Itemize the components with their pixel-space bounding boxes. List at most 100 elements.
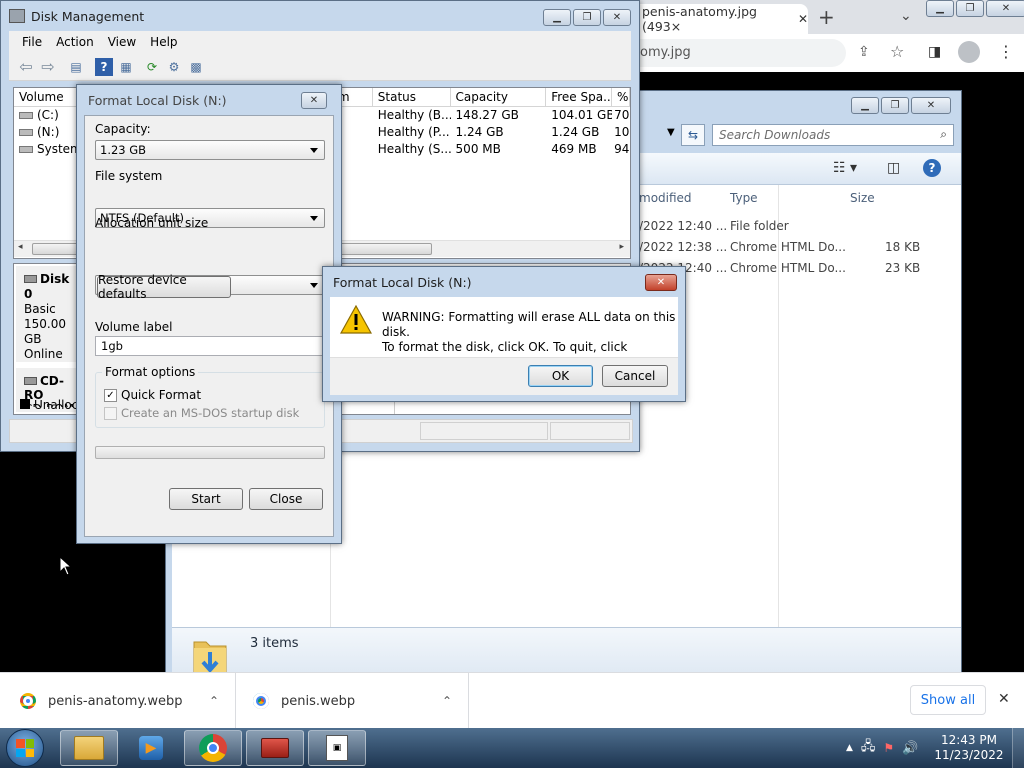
- close-icon[interactable]: ✕: [603, 9, 631, 26]
- bookmark-star-icon[interactable]: ☆: [890, 42, 904, 61]
- restore-icon[interactable]: ❐: [881, 97, 909, 114]
- col-free[interactable]: Free Spa...: [546, 88, 612, 106]
- volume-name: (N:): [37, 125, 60, 139]
- warning-line-1: WARNING: Formatting will erase ALL data …: [382, 310, 676, 339]
- ok-button[interactable]: OK: [528, 365, 593, 387]
- restore-icon[interactable]: ❐: [573, 9, 601, 26]
- minimize-icon[interactable]: ▁: [926, 0, 954, 17]
- disk0-size: 150.00 GB: [24, 317, 66, 346]
- menu-file[interactable]: File: [15, 33, 49, 51]
- cancel-button[interactable]: Cancel: [602, 365, 668, 387]
- console-tree-icon[interactable]: ▤: [67, 58, 85, 76]
- list-item[interactable]: /2022 12:40 ... File folder: [619, 217, 961, 237]
- show-all-button[interactable]: Show all: [910, 685, 986, 715]
- col-percent[interactable]: %: [612, 88, 630, 106]
- mouse-cursor: [59, 556, 73, 576]
- start-button[interactable]: [6, 729, 44, 767]
- minimize-icon[interactable]: ▁: [543, 9, 571, 26]
- clock[interactable]: 12:43 PM 11/23/2022: [934, 733, 1003, 763]
- chevron-up-icon[interactable]: ⌃: [209, 694, 219, 708]
- menu-view[interactable]: View: [101, 33, 143, 51]
- download-filename: penis-anatomy.webp: [48, 693, 183, 709]
- taskbar-chrome[interactable]: [184, 730, 242, 766]
- format-options-group: Format options ✓ Quick Format Create an …: [95, 365, 325, 428]
- disk0-type: Basic: [24, 302, 56, 316]
- checkbox-checked-icon[interactable]: ✓: [104, 388, 117, 402]
- warning-dialog: Format Local Disk (N:) ✕ WARNING: Format…: [322, 266, 686, 402]
- forward-arrow-icon[interactable]: ⇨: [39, 57, 57, 76]
- download-item[interactable]: penis.webp ⌃: [237, 673, 469, 729]
- profile-avatar[interactable]: [958, 41, 980, 63]
- item-size: 23 KB: [885, 261, 921, 275]
- chevron-up-icon[interactable]: ⌃: [442, 694, 452, 708]
- menu-action[interactable]: Action: [49, 33, 101, 51]
- share-icon[interactable]: ⇪: [858, 44, 870, 60]
- capacity-select[interactable]: 1.23 GB: [95, 140, 325, 160]
- close-icon[interactable]: ✕: [645, 274, 677, 291]
- cd-icon: [24, 377, 37, 385]
- taskbar-media-player[interactable]: ▶: [122, 730, 180, 766]
- item-type: Chrome HTML Do...: [730, 240, 846, 254]
- show-hidden-icons[interactable]: ▲: [846, 743, 853, 753]
- volume-icon[interactable]: 🔊: [902, 741, 918, 756]
- volume-percent: 70: [614, 108, 630, 122]
- preview-pane-icon[interactable]: ◫: [887, 160, 900, 176]
- chrome-tab[interactable]: penis-anatomy.jpg (493× ✕: [630, 4, 808, 34]
- show-desktop-button[interactable]: [1012, 728, 1024, 768]
- restore-icon[interactable]: ❐: [956, 0, 984, 17]
- taskbar-toolbox[interactable]: [246, 730, 304, 766]
- col-size[interactable]: Size: [850, 191, 875, 205]
- refresh-icon[interactable]: ⟳: [143, 58, 161, 76]
- list-item[interactable]: /2022 12:38 ... Chrome HTML Do... 18 KB: [619, 238, 961, 258]
- status-item-count: 3 items: [250, 636, 299, 651]
- download-filename: penis.webp: [281, 693, 356, 709]
- view-options-icon[interactable]: ☷ ▾: [833, 160, 857, 176]
- disk0-state: Online: [24, 347, 63, 361]
- drive-icon: [19, 112, 33, 119]
- back-arrow-icon[interactable]: ⇦: [17, 57, 35, 76]
- menu-kebab-icon[interactable]: ⋮: [998, 42, 1014, 61]
- volume-free: 104.01 GB: [551, 108, 613, 122]
- col-modified[interactable]: modified: [639, 191, 692, 205]
- close-icon[interactable]: ✕: [301, 92, 327, 109]
- tab-search-icon[interactable]: ⌄: [900, 8, 912, 24]
- quick-format-checkbox[interactable]: ✓ Quick Format: [104, 388, 201, 402]
- new-tab-button[interactable]: +: [818, 5, 835, 29]
- unallocated-legend: Unalloc: [20, 398, 78, 412]
- download-item[interactable]: penis-anatomy.webp ⌃: [0, 673, 236, 729]
- settings-icon[interactable]: ▩: [187, 58, 205, 76]
- search-field[interactable]: Search Downloads ⌕: [712, 124, 954, 146]
- help-icon[interactable]: ?: [923, 159, 941, 177]
- close-icon[interactable]: ✕: [998, 691, 1010, 707]
- col-type[interactable]: Type: [730, 191, 758, 205]
- rescan-icon[interactable]: ⚙: [165, 58, 183, 76]
- properties-icon[interactable]: ▦: [117, 58, 135, 76]
- close-button[interactable]: Close: [249, 488, 323, 510]
- format-progress-bar: [95, 446, 325, 459]
- col-status[interactable]: Status: [373, 88, 451, 106]
- address-bar[interactable]: omy.jpg: [630, 39, 846, 67]
- close-icon[interactable]: ✕: [911, 97, 951, 114]
- volume-name: (C:): [37, 108, 59, 122]
- drive-icon: [19, 129, 33, 136]
- action-center-icon[interactable]: ⚑: [883, 741, 894, 755]
- filesystem-label: File system: [95, 169, 163, 183]
- col-capacity[interactable]: Capacity: [451, 88, 547, 106]
- network-icon[interactable]: 🖧: [861, 737, 876, 759]
- volume-label-input[interactable]: 1gb: [95, 336, 329, 356]
- start-button[interactable]: Start: [169, 488, 243, 510]
- restore-defaults-button[interactable]: Restore device defaults: [97, 273, 231, 301]
- side-panel-icon[interactable]: ◨: [928, 44, 941, 60]
- close-icon[interactable]: ✕: [798, 12, 808, 26]
- window-title: Disk Management: [31, 8, 145, 24]
- minimize-icon[interactable]: ▁: [851, 97, 879, 114]
- history-dropdown-icon[interactable]: ▼: [667, 127, 675, 138]
- search-icon: ⌕: [940, 127, 947, 141]
- close-icon[interactable]: ✕: [986, 0, 1024, 17]
- help-icon[interactable]: ?: [95, 57, 113, 76]
- taskbar-disk-management[interactable]: ▣: [308, 730, 366, 766]
- taskbar-explorer[interactable]: [60, 730, 118, 766]
- folder-icon: [74, 736, 104, 760]
- menu-help[interactable]: Help: [143, 33, 184, 51]
- refresh-button[interactable]: ⇆: [681, 124, 705, 146]
